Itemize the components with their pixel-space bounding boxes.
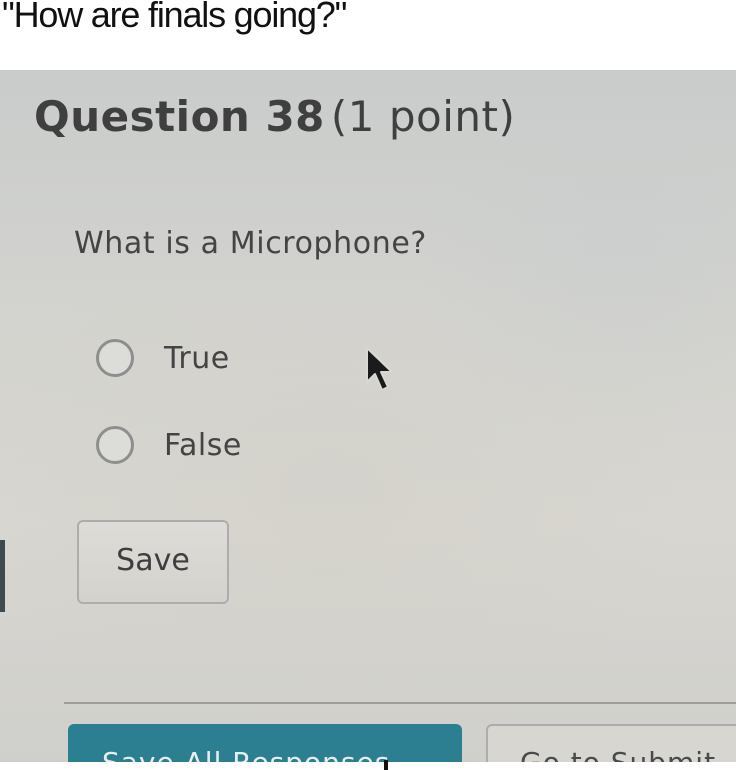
- answer-option-true[interactable]: True: [96, 334, 230, 382]
- radio-button-false[interactable]: [96, 426, 134, 464]
- meme-image: "How are finals going?" Question 38 (1 po…: [0, 0, 736, 770]
- answer-label-true: True: [164, 340, 230, 376]
- window-edge: [0, 540, 5, 612]
- mouse-pointer-icon: [366, 347, 393, 391]
- section-divider: [64, 702, 736, 704]
- bottom-crop-strip: [0, 762, 736, 770]
- answer-option-false[interactable]: False: [96, 421, 242, 469]
- answer-label-false: False: [164, 427, 242, 463]
- meme-caption: "How are finals going?": [0, 0, 736, 70]
- caption-text: "How are finals going?": [2, 0, 347, 35]
- question-number: Question 38: [34, 92, 325, 141]
- radio-button-true[interactable]: [96, 339, 134, 377]
- question-text: What is a Microphone?: [74, 226, 427, 261]
- quiz-screen: Question 38 (1 point) What is a Microphon…: [0, 70, 736, 770]
- save-button[interactable]: Save: [77, 520, 229, 604]
- crop-mark: [384, 760, 388, 770]
- question-points: (1 point): [330, 92, 516, 141]
- question-heading: Question 38 (1 point): [34, 92, 515, 141]
